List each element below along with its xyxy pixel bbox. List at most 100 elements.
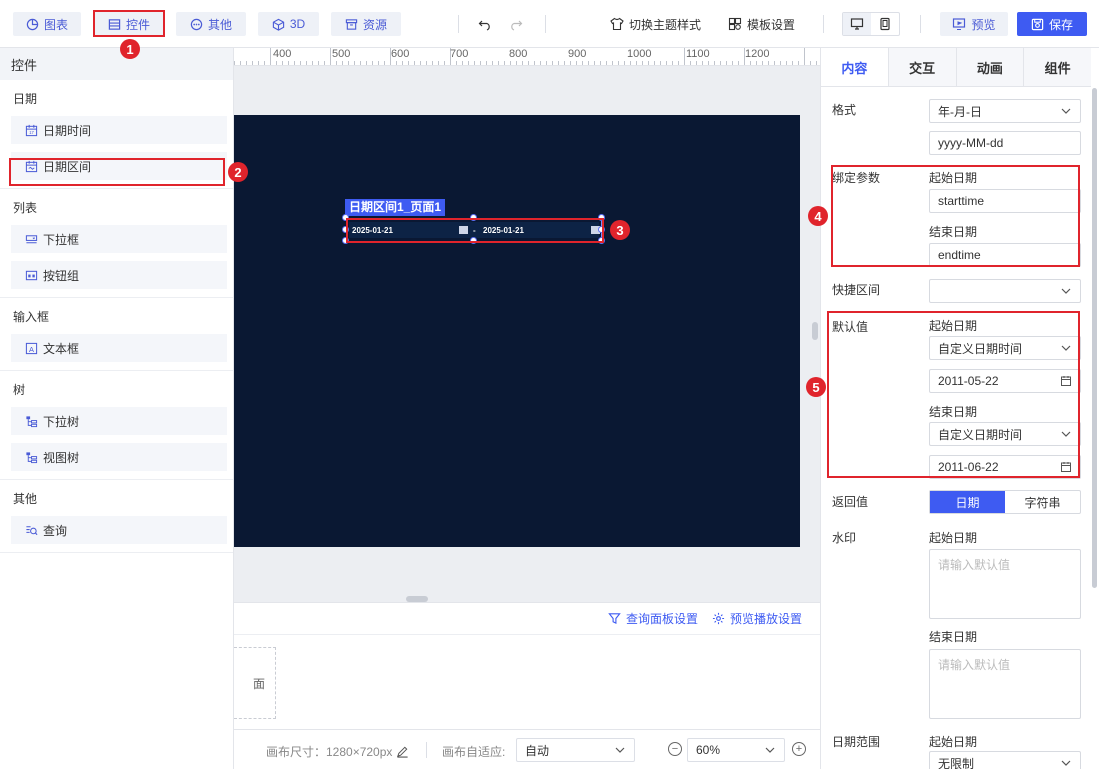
toolbar-divider (545, 15, 546, 33)
ruler-tick (648, 61, 649, 65)
format-select[interactable]: 年-月-日 (929, 99, 1081, 123)
watermark-end-input[interactable]: 请输入默认值 (929, 649, 1081, 719)
canvas-fit-select[interactable]: 自动 (516, 738, 635, 762)
date-range-start-label: 起始日期 (929, 735, 978, 749)
edit-icon[interactable] (396, 745, 409, 758)
query-panel-settings-label: 查询面板设置 (625, 612, 698, 626)
ruler-tick (768, 61, 769, 65)
control-item-label: 下拉框 (43, 232, 80, 247)
gear-icon (712, 612, 725, 625)
resource-tab-button[interactable]: 资源 (331, 12, 401, 36)
switch-theme-button[interactable]: 切换主题样式 (610, 14, 701, 34)
watermark-start-label: 起始日期 (929, 531, 978, 545)
control-item-label: 查询 (43, 523, 68, 538)
ruler-tick (816, 61, 817, 65)
desktop-view-button[interactable] (843, 13, 871, 35)
control-item-button-group[interactable]: 按钮组 (11, 261, 227, 289)
ruler-tick (426, 61, 427, 65)
other-tab-button[interactable]: 其他 (176, 12, 246, 36)
ruler-tick (456, 61, 457, 65)
ruler-tick (468, 61, 469, 65)
ruler-tick (540, 61, 541, 65)
tab-animation[interactable]: 动画 (955, 48, 1024, 86)
format-pattern-input[interactable]: yyyy-MM-dd (929, 131, 1081, 155)
control-item-datetime[interactable]: 17 日期时间 (11, 116, 227, 144)
control-item-textbox[interactable]: A 文本框 (11, 334, 227, 362)
ruler-label: 1100 (686, 48, 710, 60)
callout-box-control-tab (93, 10, 165, 37)
ruler-tick (462, 61, 463, 65)
ruler-tick (348, 61, 349, 65)
save-button[interactable]: 保存 (1017, 12, 1087, 36)
shortcut-range-label: 快捷区间 (832, 283, 881, 297)
ruler-tick (690, 61, 691, 65)
format-value: 年-月-日 (938, 104, 982, 119)
ruler-tick (534, 61, 535, 65)
svg-text:A: A (29, 344, 34, 353)
ruler-label: 500 (332, 48, 351, 60)
zoom-select[interactable]: 60% (687, 738, 785, 762)
ruler-tick (720, 61, 721, 65)
ruler-tick (372, 61, 373, 65)
callout-box-default-value (827, 311, 1080, 478)
vertical-scrollbar[interactable] (812, 322, 818, 340)
ruler-tick (498, 61, 499, 65)
dashboard-canvas[interactable] (234, 115, 800, 547)
section-title-date: 日期 (13, 91, 38, 106)
control-item-dropdown[interactable]: 下拉框 (11, 225, 227, 253)
watermark-end-label: 结束日期 (929, 630, 978, 644)
canvas-fit-label: 画布自适应: (442, 745, 506, 759)
chart-tab-button[interactable]: 图表 (13, 12, 81, 36)
ruler-tick (444, 61, 445, 65)
shortcut-range-select[interactable] (929, 279, 1081, 303)
watermark-label: 水印 (832, 531, 857, 545)
undo-button[interactable] (478, 14, 492, 34)
ruler-tick (528, 61, 529, 65)
section-title-other: 其他 (13, 491, 38, 506)
template-settings-button[interactable]: 模板设置 (728, 14, 795, 34)
horizontal-ruler: 400 500 600 700 800 900 1000 1100 1200 (234, 48, 820, 66)
ruler-tick (792, 61, 793, 65)
control-item-query[interactable]: 查询 (11, 516, 227, 544)
query-panel-settings-link[interactable]: 查询面板设置 (608, 610, 698, 627)
callout-badge: 2 (228, 162, 248, 182)
canvas-size-info: 画布尺寸：1280×720px (266, 743, 409, 760)
page-thumbnail[interactable]: 面 (234, 647, 276, 719)
zoom-out-button[interactable]: − (668, 742, 682, 756)
date-range-start-select[interactable]: 无限制 (929, 751, 1081, 769)
ruler-tick (552, 61, 553, 65)
ruler-label: 600 (391, 48, 410, 60)
callout-box-date-range-component (346, 218, 604, 243)
watermark-start-input[interactable]: 请输入默认值 (929, 549, 1081, 619)
callout-badge: 5 (806, 377, 826, 397)
page-thumbnail-label: 面 (252, 676, 265, 691)
control-item-dropdown-tree[interactable]: 下拉树 (11, 407, 227, 435)
tab-content[interactable]: 内容 (821, 48, 888, 86)
ruler-tick (324, 61, 325, 65)
cube-icon (272, 18, 284, 31)
ruler-tick (738, 61, 739, 65)
preview-play-settings-link[interactable]: 预览播放设置 (712, 610, 802, 627)
ruler-tick (378, 61, 379, 65)
zoom-in-button[interactable]: + (792, 742, 806, 756)
return-option-date[interactable]: 日期 (930, 491, 1005, 513)
three-d-tab-button[interactable]: 3D (258, 12, 319, 36)
three-d-tab-label: 3D (289, 17, 306, 31)
tab-component[interactable]: 组件 (1023, 48, 1091, 86)
mobile-view-button[interactable] (871, 13, 899, 35)
redo-button[interactable] (509, 14, 523, 34)
redo-icon (511, 20, 523, 31)
chevron-down-icon (615, 747, 625, 753)
callout-box-bind-params (831, 165, 1080, 267)
ruler-tick (546, 61, 547, 65)
tab-interaction[interactable]: 交互 (887, 48, 956, 86)
tree-icon (26, 415, 38, 427)
property-panel-scrollbar[interactable] (1092, 88, 1097, 588)
svg-text:17: 17 (29, 130, 34, 135)
control-item-view-tree[interactable]: 视图树 (11, 443, 227, 471)
preview-button[interactable]: 预览 (940, 12, 1008, 36)
ruler-tick (564, 61, 565, 65)
ruler-tick (288, 61, 289, 65)
return-option-string[interactable]: 字符串 (1005, 491, 1080, 513)
plus-icon: + (795, 742, 803, 755)
